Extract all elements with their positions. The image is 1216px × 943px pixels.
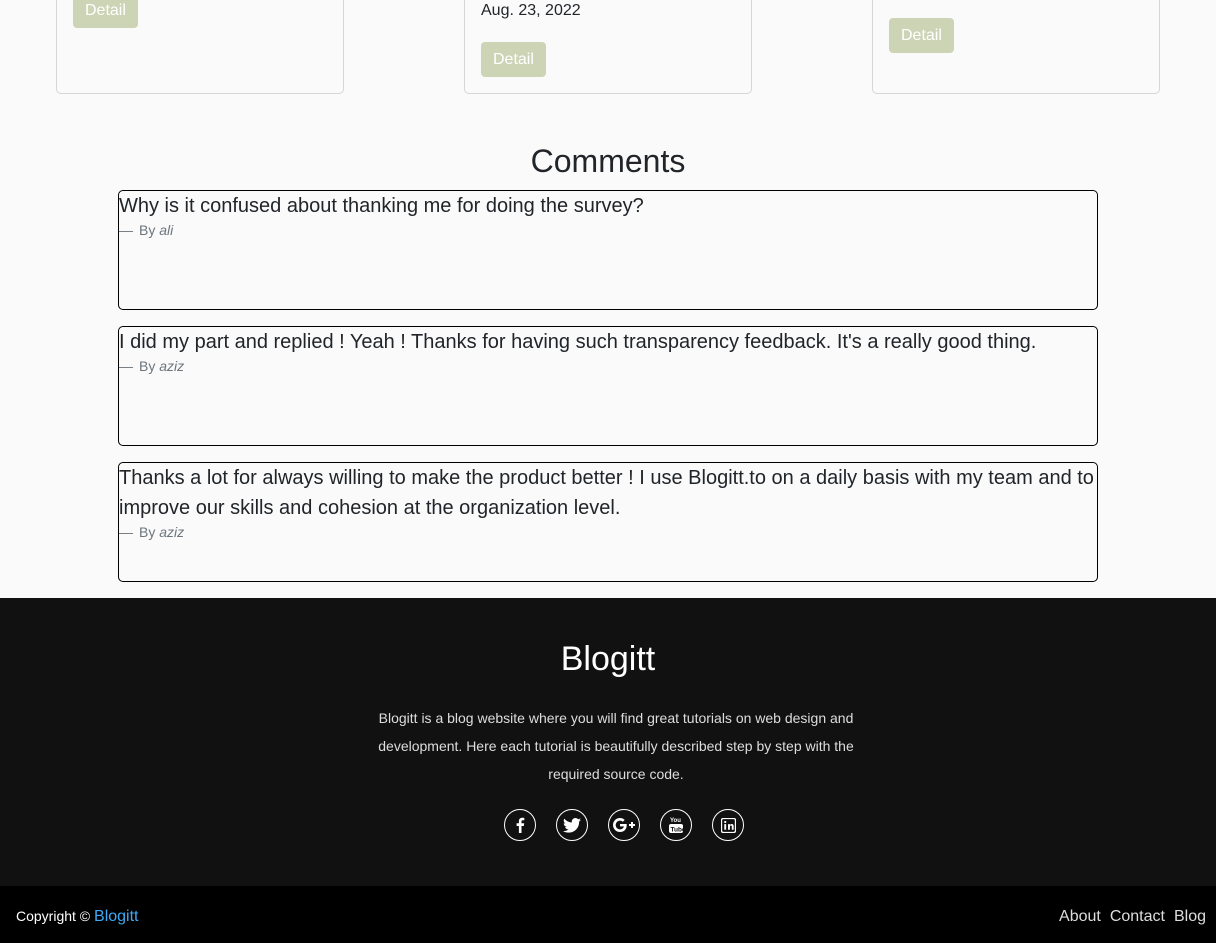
detail-button[interactable]: Detail: [481, 42, 546, 77]
comment-text: Why is it confused about thanking me for…: [119, 195, 644, 217]
footer-title: Blogitt: [560, 640, 656, 678]
about-link[interactable]: About: [1059, 908, 1101, 926]
facebook-icon[interactable]: [504, 809, 536, 841]
contact-link[interactable]: Contact: [1110, 908, 1165, 926]
dash: —: [119, 358, 133, 374]
post-card-3: Detail: [872, 0, 1160, 94]
copyright: Copyright © Blogitt: [16, 908, 138, 926]
twitter-icon[interactable]: [556, 809, 588, 841]
author-name: aziz: [159, 358, 185, 374]
comment-author: — By ali: [119, 222, 1097, 238]
detail-button[interactable]: Detail: [73, 0, 138, 28]
detail-button[interactable]: Detail: [889, 18, 954, 53]
bottom-bar: Copyright © Blogitt About Contact Blog: [0, 886, 1216, 943]
footer-nav: About Contact Blog: [1059, 908, 1206, 926]
comment-text: I did my part and replied ! Yeah ! Thank…: [119, 331, 1037, 353]
by-prefix: By: [139, 524, 156, 540]
comment-card: Thanks a lot for always willing to make …: [118, 462, 1098, 582]
by-prefix: By: [139, 222, 156, 238]
blog-link[interactable]: Blog: [1174, 908, 1206, 926]
post-card-1: Detail: [56, 0, 344, 94]
svg-text:You: You: [670, 818, 681, 824]
site-footer: Blogitt Blogitt is a blog website where …: [0, 598, 1216, 886]
social-links: You Tube: [0, 809, 1216, 841]
comment-card: Why is it confused about thanking me for…: [118, 190, 1098, 310]
dash: —: [119, 524, 133, 540]
comment-text: Thanks a lot for always willing to make …: [119, 467, 1094, 519]
comment-author: — By aziz: [119, 524, 1097, 540]
post-card-2: Aug. 23, 2022 Detail: [464, 0, 752, 94]
footer-description: Blogitt is a blog website where you will…: [378, 710, 854, 782]
author-name: aziz: [159, 524, 185, 540]
svg-text:Tube: Tube: [671, 827, 685, 834]
comments-heading: Comments: [530, 143, 686, 179]
copyright-text: Copyright ©: [16, 908, 91, 924]
linkedin-icon[interactable]: [712, 809, 744, 841]
by-prefix: By: [139, 358, 156, 374]
comment-card: I did my part and replied ! Yeah ! Thank…: [118, 326, 1098, 446]
brand-link[interactable]: Blogitt: [94, 908, 138, 925]
comment-author: — By aziz: [119, 358, 1097, 374]
dash: —: [119, 222, 133, 238]
post-date: Aug. 23, 2022: [481, 2, 581, 19]
google-plus-icon[interactable]: [608, 809, 640, 841]
author-name: ali: [159, 222, 174, 238]
youtube-icon[interactable]: You Tube: [660, 809, 692, 841]
